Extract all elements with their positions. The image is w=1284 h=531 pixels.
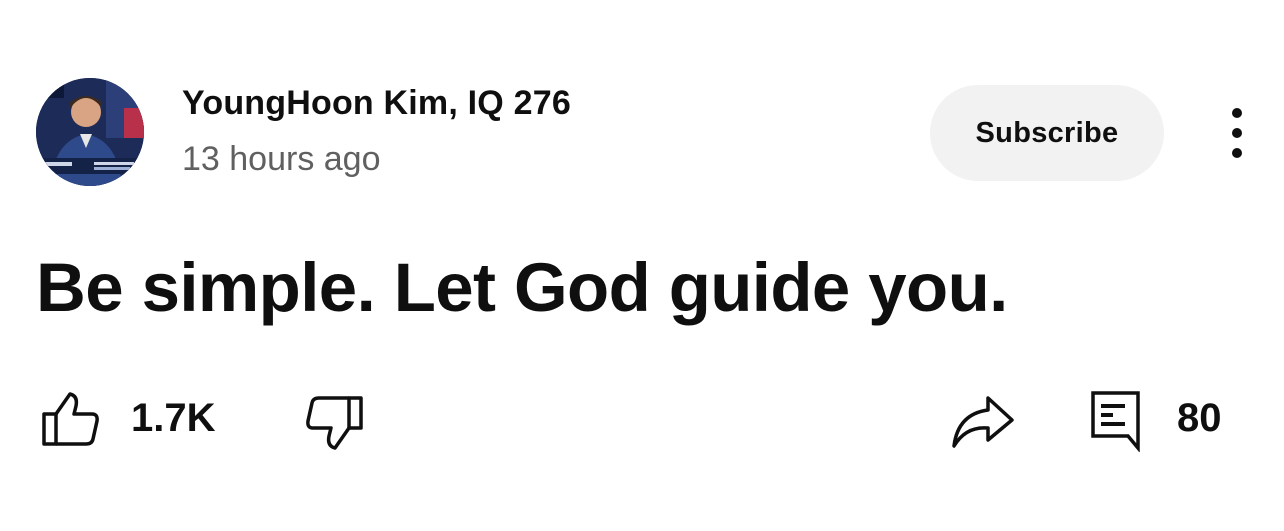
community-post: YoungHoon Kim, IQ 276 13 hours ago Subsc…	[0, 0, 1284, 531]
more-vertical-icon	[1232, 108, 1242, 158]
share-icon	[952, 396, 1014, 448]
like-button[interactable]	[40, 390, 102, 448]
avatar-image	[36, 78, 144, 186]
comment-count: 80	[1177, 396, 1222, 440]
channel-avatar[interactable]	[36, 78, 144, 186]
action-bar: 1.7K 80	[0, 380, 1284, 460]
like-count: 1.7K	[131, 396, 216, 440]
comment-icon	[1091, 391, 1140, 452]
post-timestamp: 13 hours ago	[182, 140, 381, 178]
more-options-button[interactable]	[1220, 106, 1254, 160]
thumbs-up-icon	[42, 392, 99, 446]
dislike-button[interactable]	[303, 394, 365, 452]
thumbs-down-icon	[306, 396, 363, 450]
comment-button[interactable]	[1090, 390, 1142, 452]
post-text: Be simple. Let God guide you.	[36, 249, 1008, 326]
subscribe-button[interactable]: Subscribe	[930, 85, 1164, 181]
post-header: YoungHoon Kim, IQ 276 13 hours ago Subsc…	[36, 78, 1256, 188]
share-button[interactable]	[950, 394, 1016, 450]
channel-name[interactable]: YoungHoon Kim, IQ 276	[182, 84, 571, 123]
